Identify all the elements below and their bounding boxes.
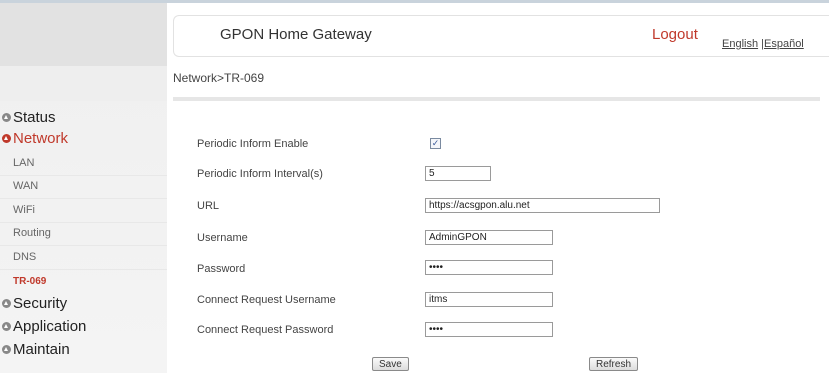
sidebar-item-maintain[interactable]: Maintain — [2, 341, 70, 358]
password-label: Password — [197, 263, 246, 275]
sidebar-item-label: Application — [13, 318, 87, 335]
english-link[interactable]: English — [722, 38, 758, 50]
url-label: URL — [197, 200, 220, 212]
sidebar-item-security[interactable]: Security — [2, 295, 67, 312]
language-switcher: English |Español — [722, 38, 804, 50]
arrow-up-icon — [2, 322, 11, 331]
sidebar-item-wan[interactable]: WAN — [13, 180, 38, 192]
divider — [173, 97, 820, 101]
sidebar-item-label: Security — [13, 295, 68, 312]
url-input[interactable] — [425, 198, 660, 213]
sidebar-item-label: Maintain — [13, 341, 70, 358]
divider — [0, 222, 167, 223]
periodic-inform-enable-label: Periodic Inform Enable — [197, 138, 309, 150]
page-header: GPON Home Gateway Logout English |Españo… — [173, 15, 829, 57]
periodic-inform-interval-input[interactable] — [425, 166, 491, 181]
sidebar-item-label: Network — [13, 130, 69, 147]
divider — [0, 245, 167, 246]
sidebar-item-network[interactable]: Network — [2, 130, 68, 147]
sidebar-logo-area — [0, 3, 167, 66]
periodic-inform-interval-label: Periodic Inform Interval(s) — [197, 168, 323, 180]
divider — [0, 198, 167, 199]
sidebar-spacer — [0, 66, 167, 101]
sidebar-item-lan[interactable]: LAN — [13, 157, 34, 169]
checkmark-icon: ✓ — [431, 138, 440, 148]
connect-request-username-input[interactable] — [425, 292, 553, 307]
username-label: Username — [197, 232, 248, 244]
sidebar-item-label: Status — [13, 109, 56, 126]
sidebar: Status Network LAN WAN WiFi Routing DNS … — [0, 3, 167, 373]
connect-request-username-label: Connect Request Username — [197, 294, 336, 306]
sidebar-item-status[interactable]: Status — [2, 109, 56, 126]
username-input[interactable] — [425, 230, 553, 245]
app-title: GPON Home Gateway — [220, 26, 372, 43]
sidebar-item-dns[interactable]: DNS — [13, 251, 36, 263]
sidebar-item-wifi[interactable]: WiFi — [13, 204, 35, 216]
arrow-up-icon — [2, 134, 11, 143]
periodic-inform-enable-checkbox[interactable]: ✓ — [430, 138, 441, 149]
arrow-up-icon — [2, 113, 11, 122]
sidebar-item-routing[interactable]: Routing — [13, 227, 51, 239]
password-input[interactable] — [425, 260, 553, 275]
connect-request-password-input[interactable] — [425, 322, 553, 337]
spanish-link[interactable]: Español — [764, 38, 804, 50]
save-button[interactable]: Save — [372, 357, 409, 371]
logout-link[interactable]: Logout — [652, 26, 698, 43]
divider — [0, 269, 167, 270]
sidebar-item-tr069[interactable]: TR-069 — [13, 276, 46, 287]
refresh-button[interactable]: Refresh — [589, 357, 639, 371]
breadcrumb: Network>TR-069 — [173, 71, 265, 85]
divider — [0, 175, 167, 176]
arrow-up-icon — [2, 299, 11, 308]
sidebar-item-application[interactable]: Application — [2, 318, 86, 335]
connect-request-password-label: Connect Request Password — [197, 324, 334, 336]
arrow-up-icon — [2, 345, 11, 354]
